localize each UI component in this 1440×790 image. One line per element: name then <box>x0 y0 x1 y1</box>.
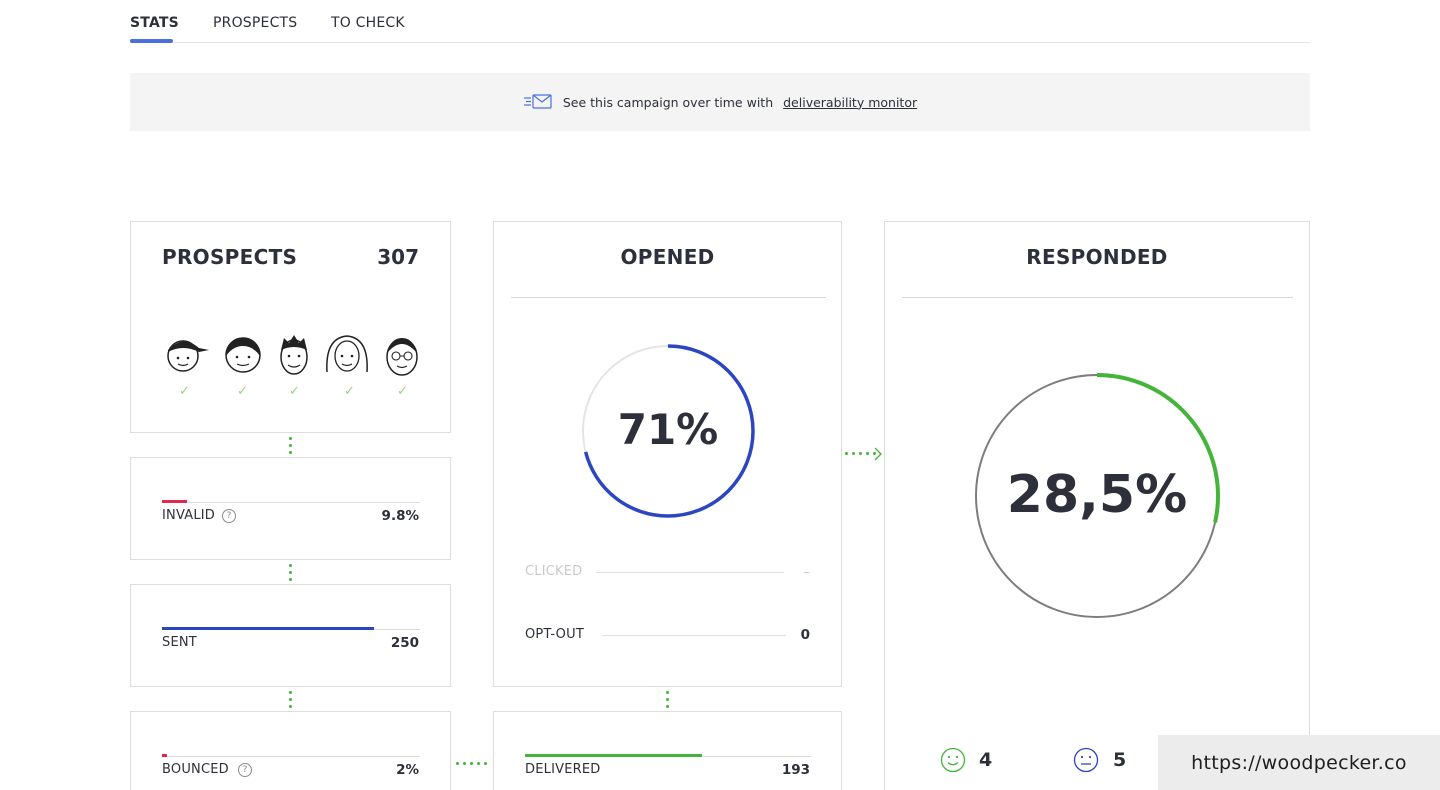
delivered-value: 193 <box>781 762 810 778</box>
prospects-card: PROSPECTS 307 ✓ ✓ ✓ ✓ ✓ <box>130 221 451 433</box>
opened-card: OPENED 71% CLICKED – OPT-OUT 0 <box>493 221 842 687</box>
help-icon[interactable]: ? <box>238 763 252 777</box>
positive-responses-count: 4 <box>979 749 993 771</box>
watermark-url: https://woodpecker.co <box>1158 735 1440 790</box>
delivered-bar-fill <box>525 754 702 757</box>
neutral-face-icon <box>1073 747 1099 773</box>
avatar-bob-icon <box>225 337 261 373</box>
check-icon: ✓ <box>237 384 248 399</box>
tab-stats[interactable]: STATS <box>130 15 179 31</box>
deliverability-monitor-link[interactable]: deliverability monitor <box>783 95 917 110</box>
connector-dots <box>289 691 292 712</box>
neutral-responses-count: 5 <box>1113 749 1127 771</box>
delivered-label: DELIVERED <box>525 762 601 777</box>
tab-prospects[interactable]: PROSPECTS <box>213 15 297 31</box>
bounced-bar-track <box>162 756 420 757</box>
opened-divider <box>511 297 826 298</box>
invalid-label: INVALID <box>162 508 216 523</box>
delivered-card: DELIVERED 193 <box>493 711 842 790</box>
check-icon: ✓ <box>344 384 355 399</box>
active-tab-indicator <box>130 39 173 43</box>
deliverability-banner: See this campaign over time with deliver… <box>130 73 1310 131</box>
sent-bar-fill <box>162 627 374 630</box>
opt-out-value: 0 <box>800 627 810 643</box>
opened-title: OPENED <box>620 245 715 269</box>
bounced-value: 2% <box>396 762 419 778</box>
connector-dots <box>289 564 292 585</box>
arrow-right-icon <box>874 447 882 461</box>
avatar-long-hair-icon <box>326 335 368 373</box>
responded-divider <box>902 297 1293 298</box>
invalid-bar-track <box>162 502 420 503</box>
avatar-cap-icon <box>167 340 209 372</box>
avatar-glasses-icon <box>386 338 418 376</box>
responded-percent: 28,5% <box>1006 465 1188 525</box>
opened-percent: 71% <box>617 405 719 454</box>
help-icon[interactable]: ? <box>222 509 236 523</box>
sent-card: SENT 250 <box>130 584 451 687</box>
tab-to-check[interactable]: TO CHECK <box>331 15 405 31</box>
sent-value: 250 <box>390 635 419 651</box>
clicked-label: CLICKED <box>525 564 583 579</box>
connector-dots <box>845 452 876 455</box>
check-icon: ✓ <box>397 384 408 399</box>
tab-bar: STATS PROSPECTS TO CHECK <box>130 0 1310 43</box>
prospect-avatars: ✓ ✓ ✓ ✓ ✓ <box>161 332 421 402</box>
invalid-value: 9.8% <box>381 508 419 524</box>
sent-label: SENT <box>162 635 197 650</box>
prospects-title: PROSPECTS <box>162 245 298 269</box>
check-icon: ✓ <box>289 384 300 399</box>
connector-dots <box>666 691 669 712</box>
smile-icon <box>940 747 966 773</box>
invalid-card: INVALID ? 9.8% <box>130 457 451 560</box>
prospects-count: 307 <box>377 245 419 269</box>
banner-text: See this campaign over time with <box>562 94 774 110</box>
bounced-card: BOUNCED ? 2% <box>130 711 451 790</box>
connector-dots <box>289 437 292 458</box>
check-icon: ✓ <box>179 384 190 399</box>
bounced-label: BOUNCED <box>162 762 229 777</box>
opt-out-label: OPT-OUT <box>525 627 584 642</box>
opt-out-line <box>602 635 786 636</box>
responded-card: RESPONDED 28,5% 4 5 <box>884 221 1310 790</box>
invalid-bar-fill <box>162 500 187 503</box>
bounced-bar-fill <box>162 754 167 757</box>
mail-speed-icon <box>523 92 553 113</box>
avatar-spiky-icon <box>280 335 308 375</box>
clicked-line <box>596 572 784 573</box>
responded-title: RESPONDED <box>1026 245 1168 269</box>
connector-dots <box>456 762 487 765</box>
clicked-value: – <box>803 564 810 580</box>
